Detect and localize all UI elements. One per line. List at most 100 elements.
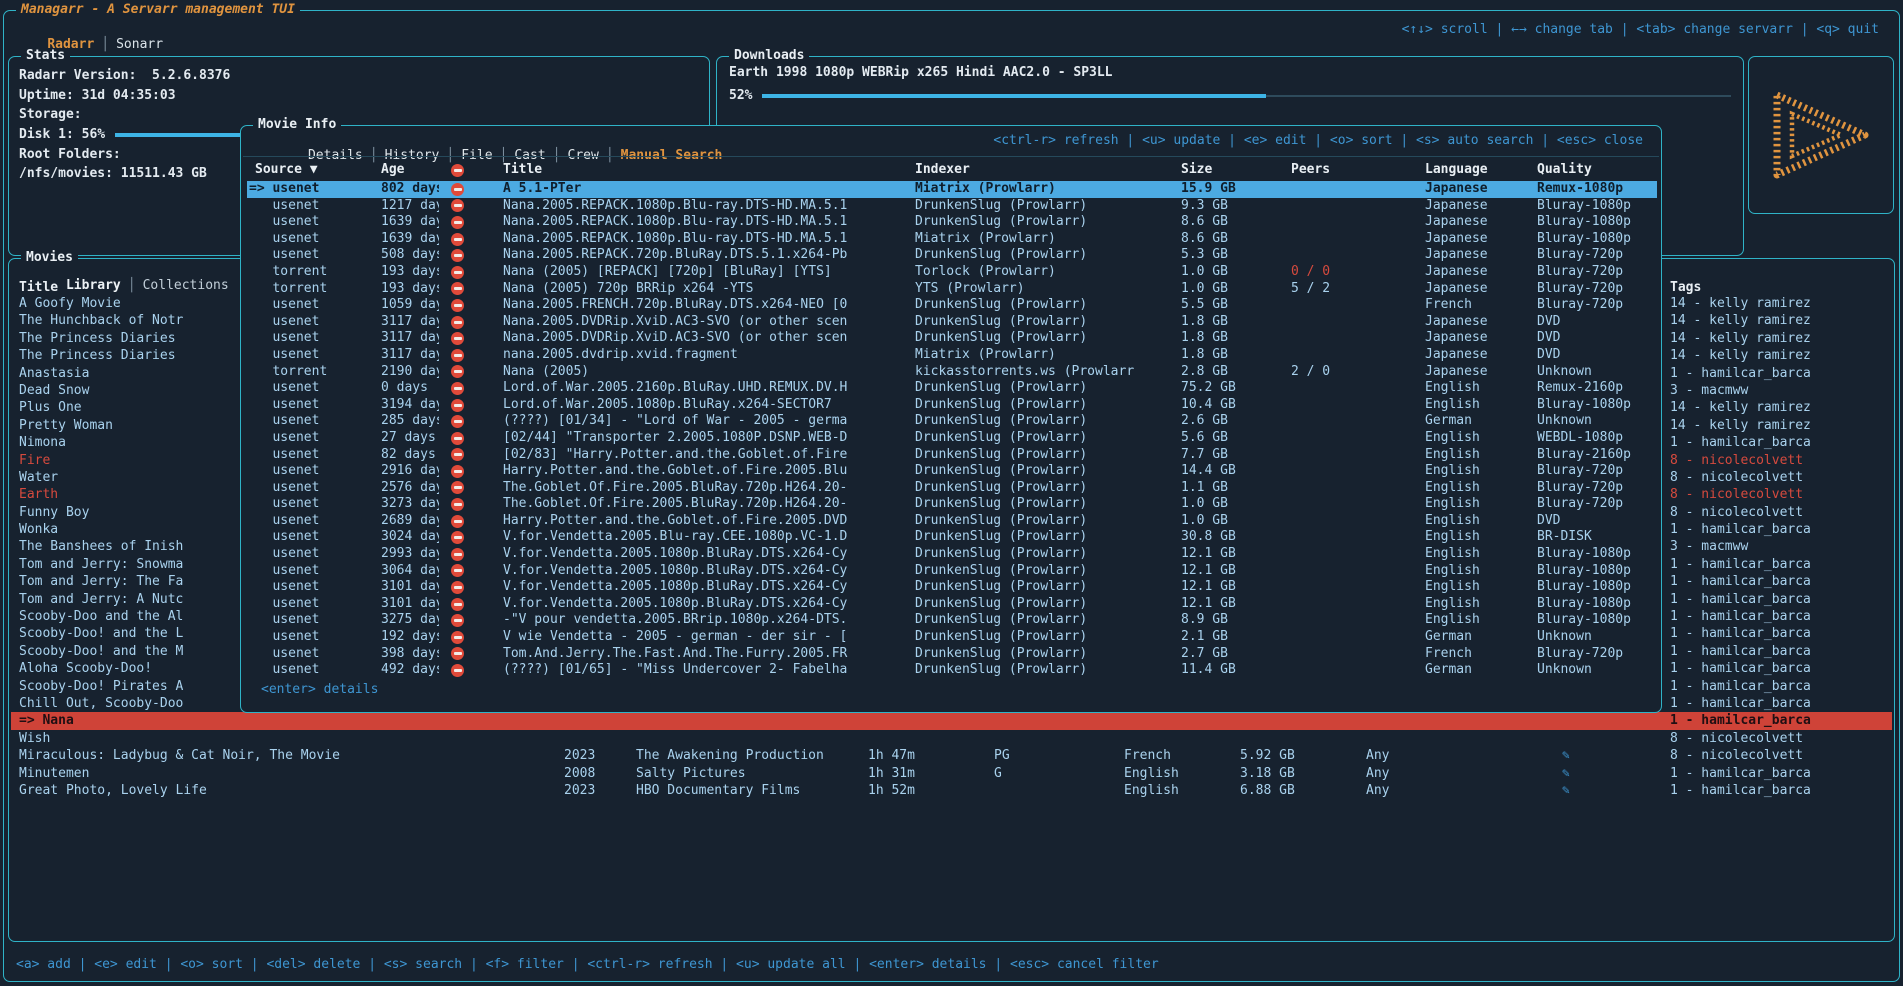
release-row[interactable]: usenet0 daysLord.of.War.2005.2160p.BluRa… — [247, 380, 1657, 397]
movie-row[interactable]: Great Photo, Lovely Life2023HBO Document… — [11, 782, 1892, 799]
release-source: usenet — [247, 314, 377, 331]
release-size: 1.0 GB — [1173, 281, 1283, 298]
movie-size — [1232, 712, 1358, 729]
rejected-icon — [451, 581, 464, 594]
release-row[interactable]: usenet3117 daysNana.2005.DVDRip.XviD.AC3… — [247, 314, 1657, 331]
quality-column-header[interactable]: Quality — [1529, 162, 1657, 179]
movie-tag: 1 - hamilcar_barca — [1662, 695, 1892, 712]
pencil-icon: ✎ — [1554, 765, 1662, 782]
release-source: usenet — [247, 596, 377, 613]
release-quality: Bluray-720p — [1529, 247, 1657, 264]
release-language: German — [1417, 629, 1529, 646]
release-rejected-cell — [439, 496, 495, 513]
tab-sonarr[interactable]: Sonarr — [116, 37, 163, 52]
release-row[interactable]: usenet3101 daysV.for.Vendetta.2005.1080p… — [247, 579, 1657, 596]
release-size: 7.7 GB — [1173, 447, 1283, 464]
movie-tag: 1 - hamilcar_barca — [1662, 660, 1892, 677]
movie-tag: 14 - kelly ramirez — [1662, 347, 1892, 364]
release-rejected-cell — [439, 198, 495, 215]
indexer-column-header[interactable]: Indexer — [907, 162, 1173, 179]
title-column-header[interactable]: Title — [495, 162, 907, 179]
movie-tag: 1 - hamilcar_barca — [1662, 521, 1892, 538]
release-row[interactable]: usenet3275 days-"V pour vendetta.2005.BR… — [247, 612, 1657, 629]
release-row[interactable]: usenet398 daysTom.And.Jerry.The.Fast.And… — [247, 646, 1657, 663]
release-peers — [1283, 413, 1417, 430]
pencil-icon — [1554, 712, 1662, 729]
movie-info-keybindings: <ctrl-r> refresh | <u> update | <e> edit… — [993, 133, 1643, 148]
rejected-icon — [451, 548, 464, 561]
release-row[interactable]: torrent2190 daysNana (2005)kickasstorren… — [247, 364, 1657, 381]
age-column-header[interactable]: Age — [377, 162, 439, 179]
movie-min-availability — [1358, 730, 1554, 747]
release-peers — [1283, 380, 1417, 397]
release-row[interactable]: usenet3273 daysThe.Goblet.Of.Fire.2005.B… — [247, 496, 1657, 513]
rejected-icon — [451, 349, 464, 362]
release-row[interactable]: usenet2993 daysV.for.Vendetta.2005.1080p… — [247, 546, 1657, 563]
movie-tag: 8 - nicolecolvett — [1662, 452, 1892, 469]
size-column-header[interactable]: Size — [1173, 162, 1283, 179]
movie-tag: 8 - nicolecolvett — [1662, 504, 1892, 521]
language-column-header[interactable]: Language — [1417, 162, 1529, 179]
release-row[interactable]: usenet2576 daysThe.Goblet.Of.Fire.2005.B… — [247, 480, 1657, 497]
release-source: usenet — [247, 480, 377, 497]
release-peers — [1283, 347, 1417, 364]
tab-radarr[interactable]: Radarr — [47, 37, 94, 52]
release-row[interactable]: usenet27 days[02/44] "Transporter 2.2005… — [247, 430, 1657, 447]
release-source: usenet — [247, 430, 377, 447]
release-size: 1.0 GB — [1173, 513, 1283, 530]
movie-tag: 3 - macmww — [1662, 382, 1892, 399]
release-size: 2.1 GB — [1173, 629, 1283, 646]
release-indexer: DrunkenSlug (Prowlarr) — [907, 629, 1173, 646]
release-rejected-cell — [439, 231, 495, 248]
release-row[interactable]: usenet2916 daysHarry.Potter.and.the.Gobl… — [247, 463, 1657, 480]
release-size: 1.0 GB — [1173, 264, 1283, 281]
release-indexer: kickasstorrents.ws (Prowlarr — [907, 364, 1173, 381]
release-row[interactable]: usenet1217 daysNana.2005.REPACK.1080p.Bl… — [247, 198, 1657, 215]
release-peers — [1283, 646, 1417, 663]
movie-studio — [628, 712, 860, 729]
movie-studio: The Awakening Production — [628, 747, 860, 764]
release-language: English — [1417, 596, 1529, 613]
release-title: Nana.2005.REPACK.720p.BluRay.DTS.5.1.x26… — [495, 247, 907, 264]
rejected-column-header — [439, 162, 495, 179]
release-row[interactable]: usenet3117 daysnana.2005.dvdrip.xvid.fra… — [247, 347, 1657, 364]
release-rows: => usenet802 daysA 5.1-PTerMiatrix (Prow… — [247, 181, 1657, 679]
source-column-header[interactable]: Source ▼ — [247, 162, 377, 179]
rejected-icon — [451, 465, 464, 478]
rejected-icon — [451, 365, 464, 378]
release-row[interactable]: usenet1639 daysNana.2005.REPACK.1080p.Bl… — [247, 231, 1657, 248]
movie-tag: 8 - nicolecolvett — [1662, 486, 1892, 503]
movie-row[interactable]: => Nana1 - hamilcar_barca — [11, 712, 1892, 729]
release-row[interactable]: usenet1059 daysNana.2005.FRENCH.720p.Blu… — [247, 297, 1657, 314]
release-title: V.for.Vendetta.2005.1080p.BluRay.DTS.x26… — [495, 579, 907, 596]
release-language: English — [1417, 513, 1529, 530]
release-source: usenet — [247, 214, 377, 231]
movie-row[interactable]: Wish8 - nicolecolvett — [11, 730, 1892, 747]
release-row[interactable]: usenet285 days(????) [01/34] - "Lord of … — [247, 413, 1657, 430]
release-row[interactable]: torrent193 daysNana (2005) 720p BRRip x2… — [247, 281, 1657, 298]
movie-row[interactable]: Miraculous: Ladybug & Cat Noir, The Movi… — [11, 747, 1892, 764]
release-row[interactable]: usenet82 days[02/83] "Harry.Potter.and.t… — [247, 447, 1657, 464]
release-row[interactable]: torrent193 daysNana (2005) [REPACK] [720… — [247, 264, 1657, 281]
download-progress-row: 52% — [729, 87, 1731, 104]
release-row[interactable]: usenet192 daysV wie Vendetta - 2005 - ge… — [247, 629, 1657, 646]
release-row[interactable]: usenet492 days(????) [01/65] - "Miss Und… — [247, 662, 1657, 679]
movie-tag: 1 - hamilcar_barca — [1662, 591, 1892, 608]
release-row[interactable]: usenet3064 daysV.for.Vendetta.2005.1080p… — [247, 563, 1657, 580]
release-row[interactable]: usenet3101 daysV.for.Vendetta.2005.1080p… — [247, 596, 1657, 613]
release-row[interactable]: usenet1639 daysNana.2005.REPACK.1080p.Bl… — [247, 214, 1657, 231]
peers-column-header[interactable]: Peers — [1283, 162, 1417, 179]
movie-runtime: 1h 52m — [860, 782, 986, 799]
release-row[interactable]: usenet3194 daysLord.of.War.2005.1080p.Bl… — [247, 397, 1657, 414]
movie-year — [556, 730, 628, 747]
release-row[interactable]: => usenet802 daysA 5.1-PTerMiatrix (Prow… — [247, 181, 1657, 198]
release-row[interactable]: usenet2689 daysHarry.Potter.and.the.Gobl… — [247, 513, 1657, 530]
release-row[interactable]: usenet3117 daysNana.2005.DVDRip.XviD.AC3… — [247, 330, 1657, 347]
movie-year — [556, 712, 628, 729]
release-language: Japanese — [1417, 330, 1529, 347]
release-row[interactable]: usenet508 daysNana.2005.REPACK.720p.BluR… — [247, 247, 1657, 264]
release-age: 27 days — [377, 430, 439, 447]
release-row[interactable]: usenet3024 daysV.for.Vendetta.2005.Blu-r… — [247, 529, 1657, 546]
release-size: 12.1 GB — [1173, 546, 1283, 563]
movie-row[interactable]: Minutemen2008Salty Pictures1h 31mGEnglis… — [11, 765, 1892, 782]
